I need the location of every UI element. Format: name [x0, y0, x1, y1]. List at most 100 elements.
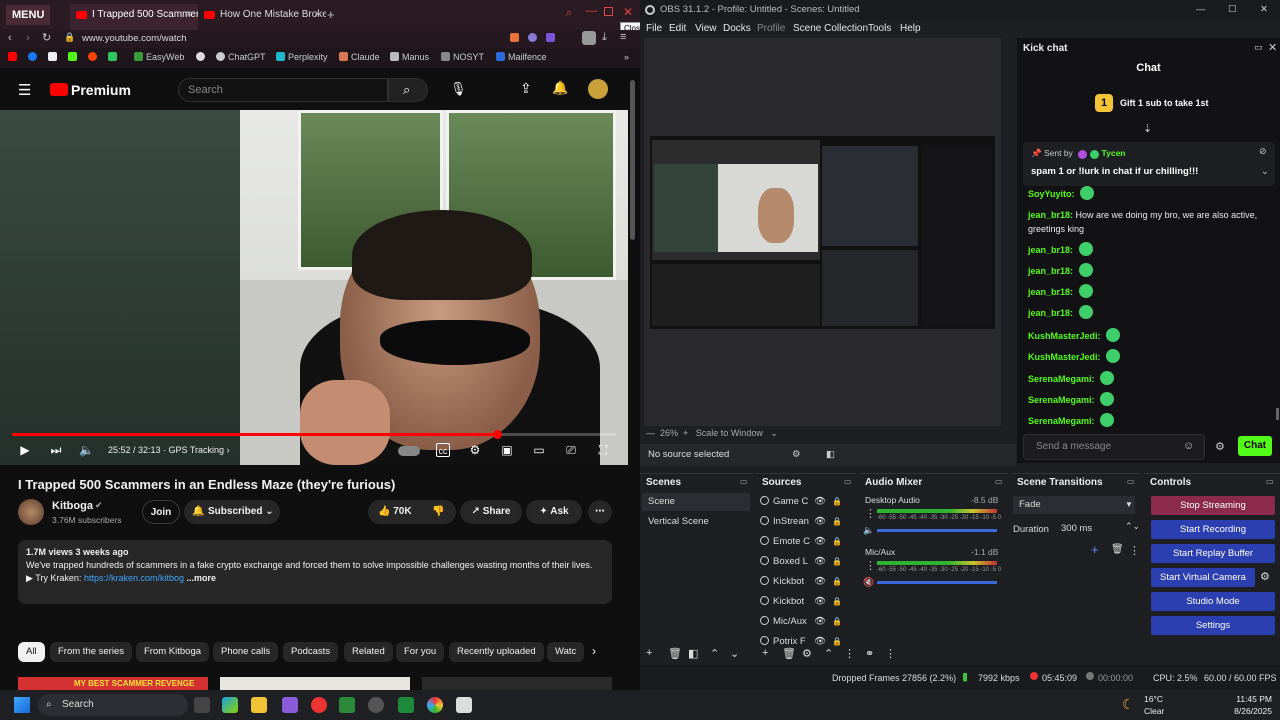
chip-all[interactable]: All: [18, 642, 45, 662]
chevron-down-icon[interactable]: ⌄: [1261, 166, 1269, 177]
scene-item-scene[interactable]: Scene: [642, 493, 750, 511]
file-explorer-icon[interactable]: [251, 697, 267, 713]
send-message-input[interactable]: Send a message: [1023, 434, 1205, 460]
miniplayer-icon[interactable]: ▣: [500, 443, 514, 457]
bookmark-chatgpt[interactable]: ChatGPT: [216, 52, 266, 62]
more-actions-button[interactable]: ⋯: [588, 500, 612, 524]
settings-gear-icon[interactable]: ⚙: [468, 443, 482, 457]
browser-menu-button[interactable]: MENU: [6, 5, 51, 25]
chat-username[interactable]: SerenaMegami:: [1028, 416, 1095, 426]
eye-icon[interactable]: 👁: [814, 553, 826, 571]
more-icon[interactable]: ⋮: [885, 647, 896, 660]
obs-preview[interactable]: [644, 38, 1001, 426]
thumbnail[interactable]: [220, 677, 410, 690]
chapter-label[interactable]: GPS Tracking: [169, 445, 225, 455]
profile-icon[interactable]: [582, 31, 596, 45]
close-window-icon[interactable]: ✕: [1260, 0, 1268, 20]
thumbs-down-icon[interactable]: 👎: [432, 500, 444, 524]
menu-file[interactable]: File: [646, 23, 662, 34]
download-icon[interactable]: ⤓: [602, 31, 607, 44]
more-link[interactable]: ...more: [187, 573, 217, 583]
speaker-icon[interactable]: 🔈: [863, 525, 874, 536]
source-item[interactable]: Kickbot 👁 🔒: [760, 573, 848, 591]
app-icon[interactable]: [282, 697, 298, 713]
chat-username[interactable]: SoyYuyito:: [1028, 189, 1075, 199]
lock-icon[interactable]: 🔒: [832, 493, 842, 511]
add-icon[interactable]: +: [646, 647, 652, 659]
app-icon[interactable]: [456, 697, 472, 713]
bookmark-easyweb[interactable]: EasyWeb: [134, 52, 184, 62]
source-item[interactable]: InStrean 👁 🔒: [760, 513, 848, 531]
copilot-icon[interactable]: [222, 697, 238, 713]
taskbar-search[interactable]: ⌕ Search: [38, 694, 188, 716]
lock-icon[interactable]: 🔒: [832, 553, 842, 571]
chat-username[interactable]: jean_br18:: [1028, 245, 1073, 255]
chat-username[interactable]: KushMasterJedi:: [1028, 331, 1101, 341]
close-icon[interactable]: ×: [186, 4, 192, 26]
eye-icon[interactable]: 👁: [814, 513, 826, 531]
bookmark-reddit-icon[interactable]: [88, 52, 100, 62]
bookmark-nosyt[interactable]: NOSYT: [441, 52, 484, 62]
windows-start-icon[interactable]: [14, 697, 30, 713]
app-icon[interactable]: [398, 697, 414, 713]
float-icon[interactable]: ▭: [995, 477, 1003, 486]
chevron-right-icon[interactable]: ›: [592, 644, 596, 658]
start-virtual-camera-button[interactable]: Start Virtual Camera: [1151, 568, 1255, 587]
bookmark-youtube-icon[interactable]: [8, 52, 20, 62]
settings-gear-icon[interactable]: ⚙: [1260, 570, 1270, 583]
new-tab-icon[interactable]: +: [327, 7, 335, 22]
chat-username[interactable]: SerenaMegami:: [1028, 374, 1095, 384]
lock-icon[interactable]: 🔒: [832, 533, 842, 551]
source-item[interactable]: Emote C 👁 🔒: [760, 533, 848, 551]
avatar[interactable]: [588, 79, 608, 99]
theater-mode-icon[interactable]: ▭: [532, 443, 546, 457]
eye-icon[interactable]: 👁: [814, 593, 826, 611]
share-button[interactable]: ↗ Share: [460, 500, 522, 524]
lock-icon[interactable]: 🔒: [832, 513, 842, 531]
source-item[interactable]: Kickbot 👁 🔒: [760, 593, 848, 611]
search-input[interactable]: Search: [178, 78, 388, 102]
chat-username[interactable]: jean_br18:: [1028, 266, 1073, 276]
microphone-icon[interactable]: 🎙: [450, 81, 467, 97]
maximize-icon[interactable]: ☐: [1228, 0, 1237, 20]
unpin-icon[interactable]: ⊘: [1259, 146, 1267, 157]
chat-username[interactable]: KushMasterJedi:: [1028, 352, 1101, 362]
chip-watched[interactable]: Watc: [547, 642, 585, 662]
source-item[interactable]: Boxed L 👁 🔒: [760, 553, 848, 571]
settings-button[interactable]: Settings: [1151, 616, 1275, 635]
kraken-link[interactable]: https://kraken.com/kitbog: [84, 573, 184, 583]
chip-recently-uploaded[interactable]: Recently uploaded: [449, 642, 544, 662]
scene-item-vertical[interactable]: Vertical Scene: [642, 513, 750, 531]
like-button[interactable]: 👍 70K 👎: [368, 500, 456, 524]
volume-icon[interactable]: 🔈: [79, 443, 94, 457]
next-icon[interactable]: ⏭: [49, 443, 63, 457]
ask-button[interactable]: ✦ Ask: [526, 500, 582, 524]
bookmark-claude[interactable]: Claude: [339, 52, 380, 62]
cast-icon[interactable]: ⎚: [564, 443, 578, 457]
start-recording-button[interactable]: Start Recording: [1151, 520, 1275, 539]
close-icon[interactable]: ×: [314, 4, 320, 26]
menu-view[interactable]: View: [695, 23, 717, 34]
taskbar-clock[interactable]: 11:45 PM 8/26/2025: [1228, 693, 1272, 717]
scale-mode[interactable]: Scale to Window: [696, 428, 763, 438]
source-item[interactable]: Game C 👁 🔒: [760, 493, 848, 511]
browser-tab[interactable]: How One Mistake Broke C×: [198, 4, 326, 30]
video-description[interactable]: 1.7M views 3 weeks ago We've trapped hun…: [18, 540, 612, 604]
chat-username[interactable]: jean_br18:: [1028, 287, 1073, 297]
filter-icon[interactable]: ◧: [826, 444, 835, 466]
trash-icon[interactable]: 🗑: [668, 647, 682, 660]
video-player[interactable]: [0, 110, 628, 465]
menu-help[interactable]: Help: [900, 23, 921, 34]
transition-select[interactable]: Fade ▼: [1013, 496, 1135, 514]
youtube-logo-icon[interactable]: [50, 83, 68, 96]
channel-name[interactable]: Kitboga: [52, 500, 93, 512]
menu-docks[interactable]: Docks: [723, 23, 751, 34]
trash-icon[interactable]: 🗑: [782, 647, 796, 660]
settings-gear-icon[interactable]: ⚙: [1215, 440, 1225, 453]
minimize-icon[interactable]: —: [1196, 0, 1206, 20]
menu-scene-collection[interactable]: Scene Collection: [793, 23, 868, 34]
chip-for-you[interactable]: For you: [396, 642, 445, 662]
stop-streaming-button[interactable]: Stop Streaming: [1151, 496, 1275, 515]
captions-icon[interactable]: cc: [436, 443, 450, 457]
weather-widget[interactable]: 16°C Clear: [1144, 693, 1164, 717]
